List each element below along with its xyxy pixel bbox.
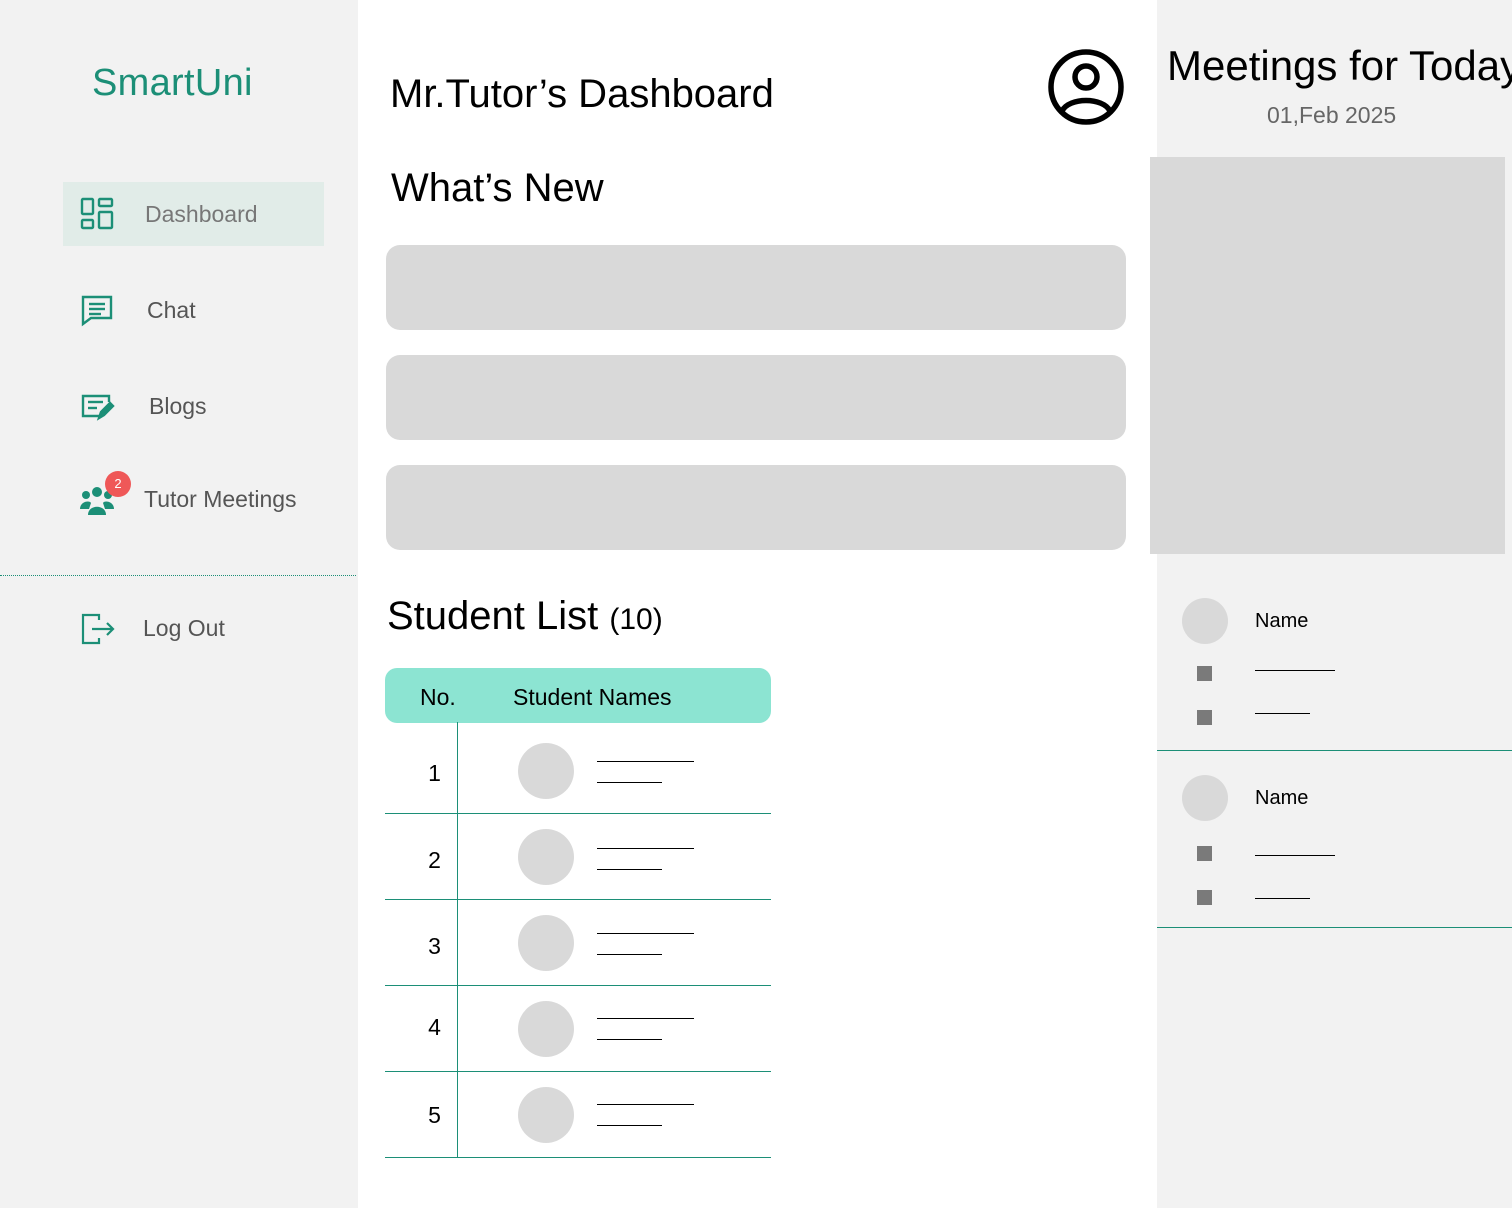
detail-placeholder-line xyxy=(597,782,662,783)
user-profile-icon[interactable] xyxy=(1047,48,1125,126)
name-placeholder-line xyxy=(597,1104,694,1105)
row-number: 2 xyxy=(428,847,441,873)
detail-placeholder-line xyxy=(1255,898,1310,899)
sidebar-divider xyxy=(0,575,356,576)
bullet-icon xyxy=(1197,890,1212,905)
dashboard-icon xyxy=(80,197,114,230)
row-number: 1 xyxy=(428,760,441,786)
brand-logo[interactable]: SmartUni xyxy=(92,62,253,105)
student-avatar xyxy=(518,1087,574,1143)
name-placeholder-line xyxy=(597,761,694,762)
meetings-title: Meetings for Today xyxy=(1167,42,1512,89)
column-header-no: No. xyxy=(420,684,456,710)
row-number: 3 xyxy=(428,933,441,959)
bullet-icon xyxy=(1197,846,1212,861)
sidebar-item-label: Blogs xyxy=(149,393,207,419)
detail-placeholder-line xyxy=(1255,670,1335,671)
name-placeholder-line xyxy=(597,848,694,849)
table-row[interactable]: 4 xyxy=(385,986,771,1072)
notification-badge: 2 xyxy=(105,471,131,497)
calendar-placeholder[interactable] xyxy=(1150,157,1505,554)
sidebar-item-label: Dashboard xyxy=(145,201,258,227)
logout-icon xyxy=(81,613,115,645)
sidebar-item-label: Tutor Meetings xyxy=(144,486,297,512)
student-list-title: Student List (10) xyxy=(387,594,663,639)
meetings-panel: Meetings for Today 01,Feb 2025 Name Name xyxy=(1150,0,1512,1208)
meeting-name: Name xyxy=(1255,610,1309,632)
student-avatar xyxy=(518,1001,574,1057)
meeting-avatar xyxy=(1182,598,1228,644)
table-row[interactable]: 5 xyxy=(385,1072,771,1158)
detail-placeholder-line xyxy=(597,954,662,955)
page-title: Mr.Tutor’s Dashboard xyxy=(390,72,774,116)
logout-button[interactable]: Log Out xyxy=(63,596,324,660)
main-content: Mr.Tutor’s Dashboard What’s New Student … xyxy=(358,0,1157,1208)
meeting-card[interactable]: Name xyxy=(1157,575,1512,751)
row-number: 4 xyxy=(428,1014,441,1040)
name-placeholder-line xyxy=(597,1018,694,1019)
student-avatar xyxy=(518,743,574,799)
meetings-date: 01,Feb 2025 xyxy=(1267,102,1397,128)
logout-label: Log Out xyxy=(143,615,225,641)
student-count: (10) xyxy=(609,603,663,636)
sidebar-item-label: Chat xyxy=(147,297,196,323)
bullet-icon xyxy=(1197,710,1212,725)
meeting-avatar xyxy=(1182,775,1228,821)
detail-placeholder-line xyxy=(1255,713,1310,714)
sidebar-item-dashboard[interactable]: Dashboard xyxy=(63,182,324,246)
news-card[interactable] xyxy=(386,465,1126,550)
column-header-student-names: Student Names xyxy=(513,684,672,710)
table-header: No. Student Names xyxy=(385,668,771,723)
table-column-divider xyxy=(457,722,458,1158)
name-placeholder-line xyxy=(597,933,694,934)
table-row[interactable]: 1 xyxy=(385,723,771,814)
news-card[interactable] xyxy=(386,355,1126,440)
sidebar: SmartUni Dashboard Chat Blogs 2 Tutor Me… xyxy=(0,0,358,1208)
bullet-icon xyxy=(1197,666,1212,681)
row-number: 5 xyxy=(428,1102,441,1128)
meeting-card[interactable]: Name xyxy=(1157,752,1512,928)
whats-new-title: What’s New xyxy=(391,166,604,210)
blog-edit-icon xyxy=(81,394,115,421)
sidebar-item-chat[interactable]: Chat xyxy=(63,278,324,342)
table-row[interactable]: 3 xyxy=(385,900,771,986)
student-avatar xyxy=(518,915,574,971)
student-list-label: Student List xyxy=(387,594,599,638)
detail-placeholder-line xyxy=(597,1125,662,1126)
sidebar-item-tutor-meetings[interactable]: 2 Tutor Meetings xyxy=(63,467,324,531)
detail-placeholder-line xyxy=(597,1039,662,1040)
meeting-name: Name xyxy=(1255,787,1309,809)
chat-icon xyxy=(81,295,113,327)
student-table: No. Student Names 1 2 3 4 5 xyxy=(385,668,771,1158)
detail-placeholder-line xyxy=(1255,855,1335,856)
sidebar-item-blogs[interactable]: Blogs xyxy=(63,374,324,438)
table-row[interactable]: 2 xyxy=(385,814,771,900)
detail-placeholder-line xyxy=(597,869,662,870)
news-card[interactable] xyxy=(386,245,1126,330)
student-avatar xyxy=(518,829,574,885)
